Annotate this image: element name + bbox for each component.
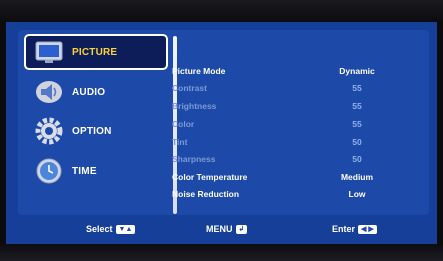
speaker-icon bbox=[32, 77, 66, 107]
setting-label: Sharpness bbox=[172, 154, 216, 164]
setting-value: Dynamic bbox=[339, 66, 375, 76]
setting-value: 55 bbox=[352, 83, 362, 93]
setting-label: Contrast bbox=[172, 83, 207, 93]
setting-value: Low bbox=[348, 189, 366, 199]
setting-value: 50 bbox=[352, 154, 362, 164]
setting-label: Color bbox=[172, 119, 195, 129]
setting-value: 55 bbox=[352, 101, 362, 111]
setting-row-brightness: Brightness 55 bbox=[172, 101, 402, 113]
enter-label: Enter bbox=[332, 224, 356, 234]
setting-label: Brightness bbox=[172, 101, 217, 111]
setting-label: Picture Mode bbox=[172, 66, 226, 76]
return-icon: ↲ bbox=[235, 224, 248, 234]
setting-value: 55 bbox=[352, 119, 362, 129]
setting-row-noise-reduction[interactable]: Noise Reduction Low bbox=[172, 189, 402, 201]
setting-value: Medium bbox=[340, 172, 374, 182]
left-right-arrows-icon: ◀ ▶ bbox=[358, 224, 377, 234]
setting-value: 50 bbox=[352, 137, 362, 147]
select-hint: Select ▼▲ bbox=[86, 224, 136, 234]
enter-hint: Enter ◀ ▶ bbox=[332, 224, 377, 234]
sidebar-item-label: OPTION bbox=[72, 125, 112, 137]
setting-label: Tint bbox=[172, 137, 188, 147]
sidebar-item-audio[interactable]: AUDIO bbox=[26, 75, 166, 109]
setting-row-picture-mode[interactable]: Picture Mode Dynamic bbox=[172, 66, 402, 78]
setting-row-tint: Tint 50 bbox=[172, 137, 402, 149]
sidebar-item-time[interactable]: TIME bbox=[26, 154, 166, 188]
sidebar-item-label: AUDIO bbox=[72, 86, 106, 98]
tv-screen: PICTURE AUDIO OPTION TIME Picture Mode D… bbox=[6, 22, 437, 244]
sidebar-item-picture[interactable]: PICTURE bbox=[24, 34, 168, 70]
setting-row-color: Color 55 bbox=[172, 119, 402, 131]
sidebar-item-label: TIME bbox=[72, 165, 97, 177]
setting-row-sharpness: Sharpness 50 bbox=[172, 154, 402, 166]
sidebar-item-label: PICTURE bbox=[72, 46, 118, 58]
select-label: Select bbox=[86, 224, 113, 234]
up-down-arrows-icon: ▼▲ bbox=[115, 224, 136, 234]
sidebar-item-option[interactable]: OPTION bbox=[26, 114, 166, 148]
osd-footer: Select ▼▲ MENU ↲ Enter ◀ ▶ bbox=[6, 220, 437, 240]
setting-label: Color Temperature bbox=[172, 172, 248, 182]
setting-row-color-temperature[interactable]: Color Temperature Medium bbox=[172, 172, 402, 184]
tv-bezel-top bbox=[0, 0, 443, 22]
clock-icon bbox=[32, 156, 66, 186]
tv-icon bbox=[32, 37, 66, 67]
setting-row-contrast: Contrast 55 bbox=[172, 83, 402, 95]
gear-icon bbox=[32, 116, 66, 146]
tv-bezel-bottom bbox=[0, 244, 443, 261]
menu-label: MENU bbox=[206, 224, 233, 234]
menu-hint: MENU ↲ bbox=[206, 224, 248, 234]
setting-label: Noise Reduction bbox=[172, 189, 240, 199]
